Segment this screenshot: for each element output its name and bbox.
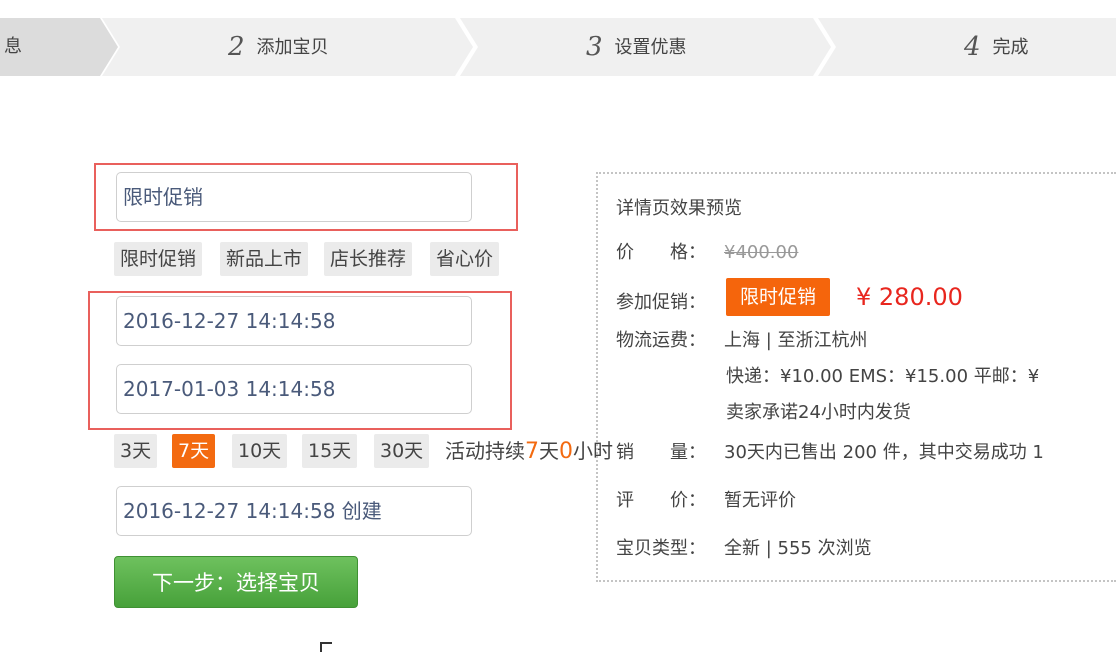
duration-prefix: 活动持续 [445, 439, 525, 463]
sales-value: 30天内已售出 200 件，其中交易成功 1 [724, 442, 1044, 463]
price-label: 价 格： [616, 242, 706, 263]
step-1[interactable]: 息 [4, 18, 22, 76]
step-4[interactable]: 4 完成 [964, 18, 1029, 76]
duration-chip-7[interactable]: 7天 [172, 434, 216, 468]
detail-preview-panel: 详情页效果预览 价 格： ¥400.00 参加促销： 限时促销 ¥ 280.00 … [596, 172, 1116, 582]
shipping-label: 物流运费： [616, 330, 706, 351]
promo-label: 参加促销： [616, 292, 706, 313]
step-2-label: 添加宝贝 [256, 37, 329, 58]
duration-chip-3[interactable]: 3天 [114, 434, 158, 468]
duration-hours: 0 [559, 439, 573, 464]
step-3-number: 3 [586, 32, 603, 62]
sales-row: 销 量： 30天内已售出 200 件，其中交易成功 1 [616, 438, 1044, 464]
review-value: 暂无评价 [724, 490, 796, 511]
duration-summary: 活动持续7天0小时 [445, 434, 613, 468]
step-3[interactable]: 3 设置优惠 [586, 18, 687, 76]
promo-price: ¥ 280.00 [856, 283, 963, 311]
promo-row-label: 参加促销： [616, 288, 724, 314]
item-type-label: 宝贝类型： [616, 538, 706, 559]
duration-chip-15[interactable]: 15天 [302, 434, 358, 468]
review-label: 评 价： [616, 490, 706, 511]
duration-chip-30[interactable]: 30天 [374, 434, 430, 468]
review-row: 评 价： 暂无评价 [616, 486, 796, 512]
promo-badge: 限时促销 [726, 278, 831, 316]
step-progress-bar: 息 2 添加宝贝 3 设置优惠 4 完成 [0, 18, 1116, 76]
price-row: 价 格： ¥400.00 [616, 238, 798, 264]
duration-chip-10[interactable]: 10天 [232, 434, 288, 468]
cursor-mark [320, 642, 332, 652]
tag-chip-limited[interactable]: 限时促销 [114, 242, 203, 276]
step-1-label: 息 [4, 36, 22, 57]
sales-label: 销 量： [616, 442, 706, 463]
step-2[interactable]: 2 添加宝贝 [228, 18, 329, 76]
original-price: ¥400.00 [724, 242, 799, 263]
shipping-route: 上海 | 至浙江杭州 [724, 330, 868, 351]
step-4-number: 4 [964, 32, 981, 62]
step-4-label: 完成 [992, 37, 1029, 58]
preview-title: 详情页效果预览 [616, 198, 742, 219]
start-time-input[interactable]: 2016-12-27 14:14:58 [116, 296, 472, 346]
tag-chip-new[interactable]: 新品上市 [220, 242, 309, 276]
shipping-row: 物流运费： 上海 | 至浙江杭州 [616, 326, 868, 352]
promo-name-input[interactable]: 限时促销 [116, 172, 472, 222]
duration-day-unit: 天 [539, 439, 559, 463]
tag-chip-value[interactable]: 省心价 [430, 242, 500, 276]
tag-chip-recommended[interactable]: 店长推荐 [324, 242, 413, 276]
end-time-input[interactable]: 2017-01-03 14:14:58 [116, 364, 472, 414]
step-3-label: 设置优惠 [614, 37, 687, 58]
item-type-row: 宝贝类型： 全新 | 555 次浏览 [616, 534, 872, 560]
item-type-value: 全新 | 555 次浏览 [724, 538, 872, 559]
shipping-fees: 快递：¥10.00 EMS：¥15.00 平邮：¥ [726, 366, 1040, 387]
step-arrows [0, 18, 1116, 76]
duration-days: 7 [525, 439, 539, 464]
shipping-promise: 卖家承诺24小时内发货 [726, 402, 911, 423]
created-time-field: 2016-12-27 14:14:58 创建 [116, 486, 472, 536]
next-step-button[interactable]: 下一步：选择宝贝 [114, 556, 358, 608]
step-2-number: 2 [228, 32, 245, 62]
